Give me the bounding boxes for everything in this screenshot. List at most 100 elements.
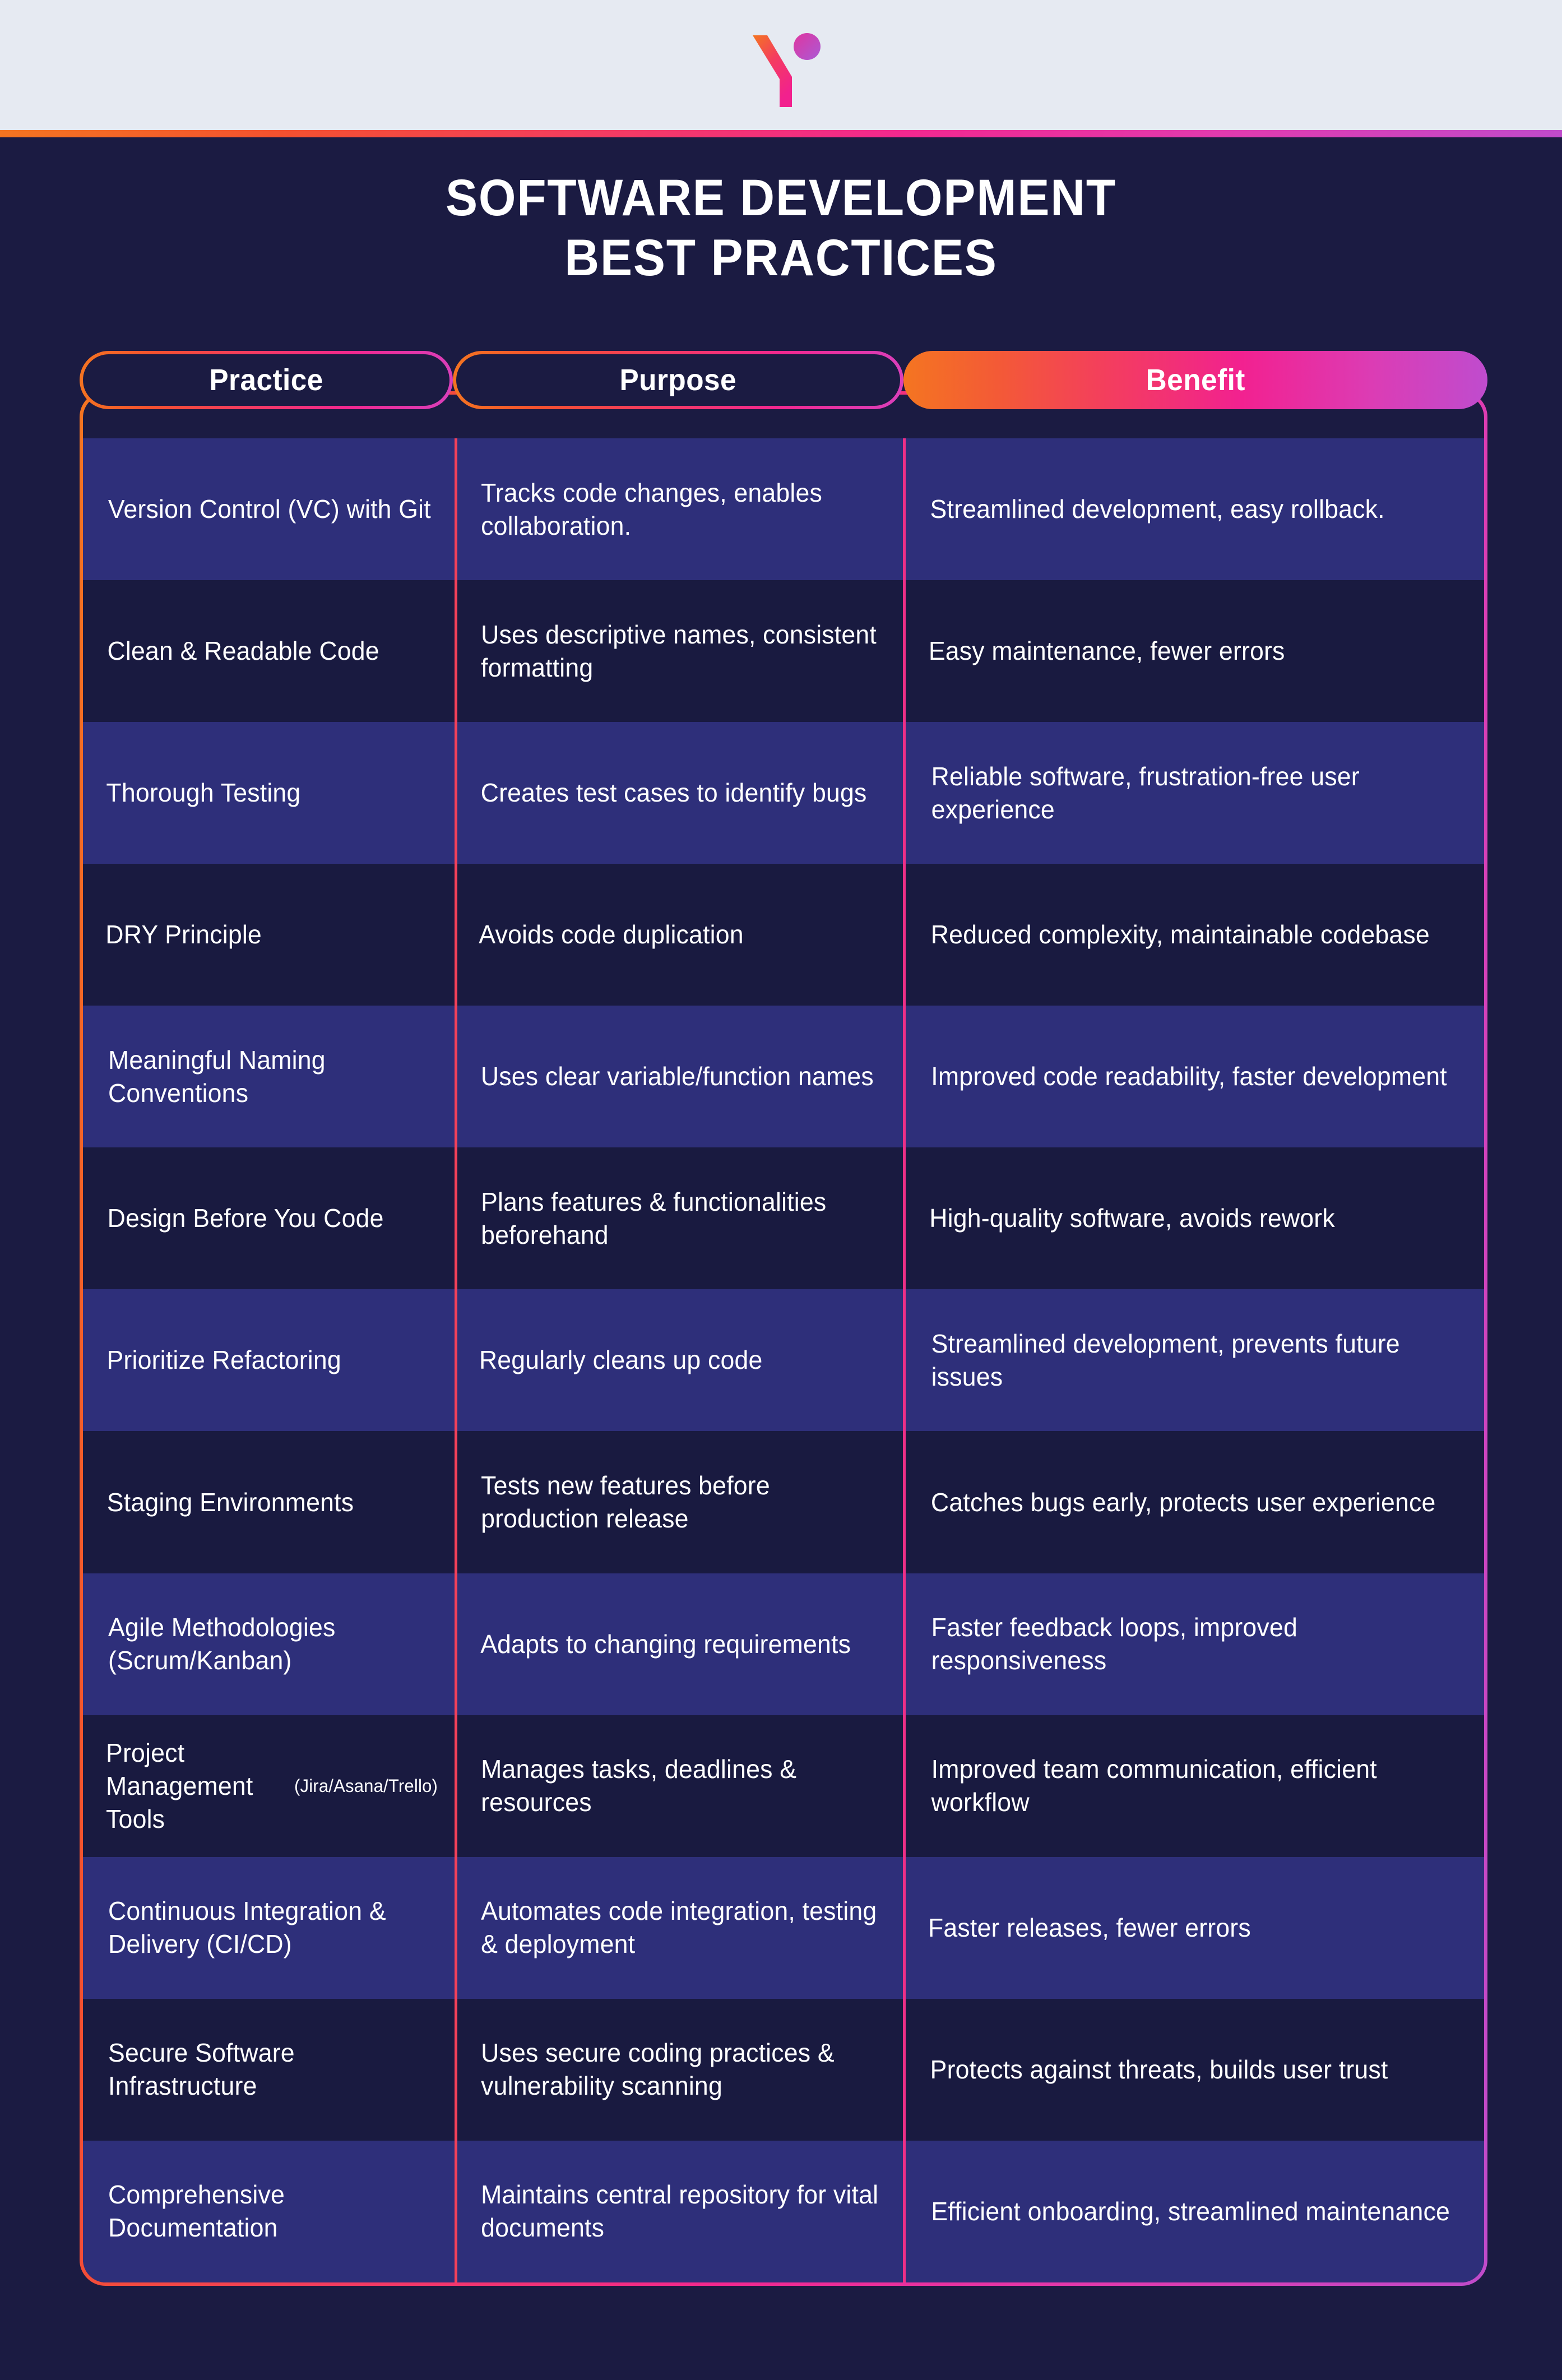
cell-purpose: Automates code integration, testing & de…	[454, 1856, 903, 1999]
cell-benefit: Faster releases, fewer errors	[903, 1856, 1484, 1999]
cell-purpose: Tracks code changes, enables collaborati…	[454, 438, 903, 581]
gradient-divider-rule	[0, 130, 1562, 137]
purpose-text: Uses secure coding practices & vulnerabi…	[480, 2038, 835, 2101]
cell-practice: Secure Software Infrastructure	[83, 1999, 455, 2141]
practice-text: Comprehensive Documentation	[108, 2180, 285, 2243]
table-row: DRY Principle Avoids code duplication Redu…	[83, 864, 1484, 1006]
y-letter-logo	[752, 33, 821, 107]
cell-purpose: Maintains central repository for vital d…	[454, 2140, 903, 2282]
cell-purpose: Manages tasks, deadlines & resources	[454, 1715, 903, 1857]
benefit-text: Streamlined development, easy rollback.	[930, 494, 1385, 524]
benefit-text: Efficient onboarding, streamlined mainte…	[931, 2196, 1450, 2226]
cell-purpose: Plans features & functionalities beforeh…	[454, 1147, 903, 1290]
cell-practice: Comprehensive Documentation	[83, 2141, 455, 2282]
cell-benefit: Reduced complexity, maintainable codebas…	[903, 864, 1484, 1006]
table-rows-container: Version Control (VC) with Git Tracks code…	[83, 438, 1484, 2282]
benefit-text: High-quality software, avoids rework	[929, 1203, 1335, 1233]
best-practices-table: Version Control (VC) with Git Tracks code…	[80, 351, 1487, 2286]
table-row: Prioritize Refactoring Regularly cleans u…	[83, 1289, 1484, 1432]
cell-benefit: Improved team communication, efficient w…	[903, 1715, 1484, 1857]
benefit-text: Faster feedback loops, improved responsi…	[931, 1613, 1298, 1675]
cell-practice: Prioritize Refactoring	[83, 1289, 455, 1431]
benefit-header-label: Benefit	[1146, 363, 1245, 397]
cell-benefit: High-quality software, avoids rework	[903, 1147, 1484, 1290]
cell-practice: Thorough Testing	[83, 722, 455, 864]
table-row: Clean & Readable Code Uses descriptive na…	[83, 580, 1484, 723]
purpose-text: Uses clear variable/function names	[480, 1062, 874, 1091]
purpose-text: Avoids code duplication	[479, 920, 744, 950]
cell-practice: Design Before You Code	[83, 1147, 455, 1289]
table-row: Thorough Testing Creates test cases to id…	[83, 722, 1484, 864]
cell-practice: Agile Methodologies (Scrum/Kanban)	[83, 1573, 455, 1715]
purpose-text: Manages tasks, deadlines & resources	[480, 1754, 797, 1817]
cell-purpose: Tests new features before production rel…	[454, 1431, 903, 1573]
practice-subtext: (Jira/Asana/Trello)	[294, 1775, 438, 1796]
table-row: Comprehensive Documentation Maintains cen…	[83, 2140, 1484, 2282]
practice-text: Continuous Integration & Delivery (CI/CD…	[108, 1896, 386, 1959]
table-header-row: Practice Purpose Benefit	[80, 351, 1487, 409]
cell-benefit: Efficient onboarding, streamlined mainte…	[903, 2140, 1484, 2282]
practice-text: Staging Environments	[106, 1487, 354, 1517]
benefit-text: Easy maintenance, fewer errors	[928, 636, 1285, 666]
cell-practice: DRY Principle	[83, 864, 455, 1006]
purpose-text: Creates test cases to identify bugs	[480, 778, 867, 808]
table-row: Design Before You Code Plans features & f…	[83, 1147, 1484, 1290]
practice-text: Meaningful Naming Conventions	[108, 1045, 326, 1108]
cell-purpose: Creates test cases to identify bugs	[454, 722, 903, 864]
cell-benefit: Reliable software, frustration-free user…	[903, 722, 1484, 864]
practice-text: Thorough Testing	[106, 778, 301, 808]
benefit-text: Reduced complexity, maintainable codebas…	[930, 920, 1430, 950]
cell-purpose: Uses secure coding practices & vulnerabi…	[454, 1998, 903, 2141]
cell-benefit: Improved code readability, faster develo…	[903, 1006, 1484, 1148]
benefit-text: Faster releases, fewer errors	[928, 1913, 1251, 1942]
benefit-text: Reliable software, frustration-free user…	[931, 761, 1360, 824]
practice-text: Clean & Readable Code	[107, 636, 379, 666]
table-row: Version Control (VC) with Git Tracks code…	[83, 438, 1484, 581]
title-line-2: BEST PRACTICES	[564, 229, 998, 286]
purpose-text: Plans features & functionalities beforeh…	[480, 1187, 827, 1249]
purpose-text: Regularly cleans up code	[479, 1345, 763, 1375]
title-line-1: SOFTWARE DEVELOPMENT	[445, 169, 1117, 226]
practice-text: Project Management Tools	[106, 1738, 253, 1833]
purpose-text: Automates code integration, testing & de…	[480, 1896, 877, 1959]
benefit-text: Improved code readability, faster develo…	[931, 1062, 1447, 1091]
page-title: SOFTWARE DEVELOPMENT BEST PRACTICES	[0, 168, 1562, 288]
cell-practice: Version Control (VC) with Git	[83, 438, 455, 580]
cell-benefit: Easy maintenance, fewer errors	[903, 580, 1484, 723]
table-row: Staging Environments Tests new features b…	[83, 1431, 1484, 1573]
cell-purpose: Regularly cleans up code	[454, 1289, 903, 1432]
cell-benefit: Streamlined development, prevents future…	[903, 1289, 1484, 1432]
column-header-benefit: Benefit	[903, 351, 1487, 409]
cell-practice: Project Management Tools (Jira/Asana/Tre…	[83, 1715, 455, 1857]
benefit-text: Catches bugs early, protects user experi…	[930, 1487, 1436, 1517]
cell-purpose: Uses clear variable/function names	[454, 1006, 903, 1148]
purpose-text: Tests new features before production rel…	[480, 1471, 770, 1533]
table-row: Meaningful Naming Conventions Uses clear …	[83, 1006, 1484, 1148]
cell-benefit: Faster feedback loops, improved responsi…	[903, 1573, 1484, 1715]
cell-purpose: Avoids code duplication	[454, 864, 903, 1006]
practice-text: Prioritize Refactoring	[106, 1345, 341, 1375]
practice-text: DRY Principle	[105, 920, 262, 950]
purpose-header-label: Purpose	[619, 363, 737, 397]
table-row: Secure Software Infrastructure Uses secur…	[83, 1998, 1484, 2141]
table-body-surface: Version Control (VC) with Git Tracks code…	[83, 395, 1484, 2282]
table-row: Agile Methodologies (Scrum/Kanban) Adapts…	[83, 1573, 1484, 1715]
cell-practice: Clean & Readable Code	[83, 580, 455, 722]
cell-benefit: Protects against threats, builds user tr…	[903, 1998, 1484, 2141]
cell-practice: Staging Environments	[83, 1431, 455, 1573]
cell-purpose: Adapts to changing requirements	[454, 1573, 903, 1715]
column-header-purpose: Purpose	[453, 351, 903, 409]
cell-benefit: Catches bugs early, protects user experi…	[903, 1431, 1484, 1573]
purpose-text: Tracks code changes, enables collaborati…	[480, 478, 822, 540]
cell-practice: Meaningful Naming Conventions	[83, 1006, 455, 1147]
purpose-text: Adapts to changing requirements	[480, 1629, 851, 1659]
column-header-practice: Practice	[80, 351, 453, 409]
brand-header-band	[0, 0, 1562, 130]
cell-purpose: Uses descriptive names, consistent forma…	[454, 580, 903, 723]
benefit-text: Streamlined development, prevents future…	[931, 1329, 1400, 1391]
benefit-text: Improved team communication, efficient w…	[931, 1754, 1377, 1817]
practice-text: Design Before You Code	[107, 1203, 384, 1233]
benefit-text: Protects against threats, builds user tr…	[930, 2054, 1388, 2084]
table-row: Continuous Integration & Delivery (CI/CD…	[83, 1856, 1484, 1999]
practice-text: Secure Software Infrastructure	[108, 2038, 295, 2101]
